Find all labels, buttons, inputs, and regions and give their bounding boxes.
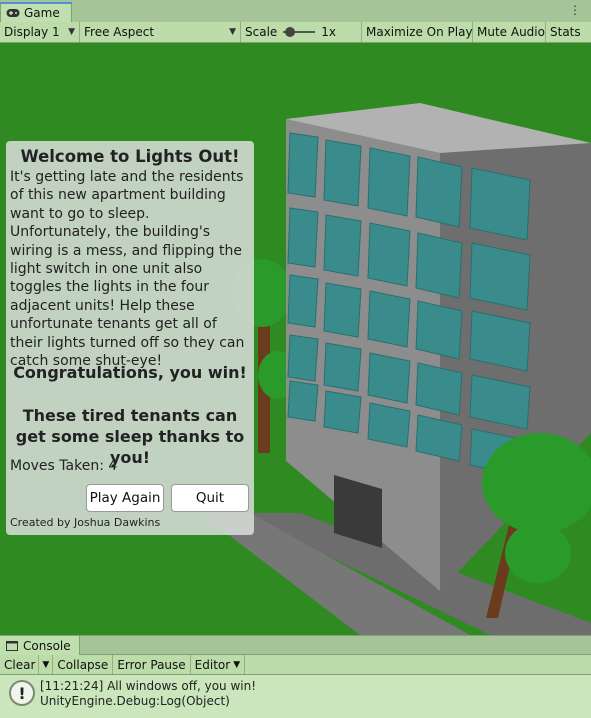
editor-dropdown[interactable]: Editor ▼	[191, 655, 246, 674]
game-tabbar: Game ⋮	[0, 0, 591, 23]
panel-description: It's getting late and the residents of t…	[10, 169, 245, 370]
play-again-button[interactable]: Play Again	[86, 484, 164, 512]
log-message: [11:21:24] All windows off, you win!	[40, 679, 257, 693]
collapse-label: Collapse	[57, 657, 109, 672]
clear-button[interactable]: Clear	[0, 655, 40, 674]
console-icon	[6, 640, 18, 651]
maximize-on-play-toggle[interactable]: Maximize On Play	[362, 22, 473, 42]
maximize-on-play-label: Maximize On Play	[366, 25, 473, 39]
scale-slider[interactable]	[283, 26, 316, 38]
info-icon: !	[9, 680, 35, 706]
tree-canopy	[482, 433, 591, 533]
game-toolbar: Display 1 ▼ Free Aspect ▼ Scale 1x Maxim…	[0, 22, 591, 43]
scale-value: 1x	[321, 25, 337, 39]
console-log-entry[interactable]: ! [11:21:24] All windows off, you win! U…	[0, 675, 591, 718]
stats-toggle[interactable]: Stats	[546, 22, 591, 42]
tab-game-label: Game	[24, 6, 60, 20]
tab-console-label: Console	[23, 638, 71, 653]
display-dropdown-label: Display 1	[4, 25, 60, 39]
mute-audio-toggle[interactable]: Mute Audio	[473, 22, 546, 42]
clear-label: Clear	[4, 657, 36, 672]
quit-button[interactable]: Quit	[171, 484, 249, 512]
game-view[interactable]: Welcome to Lights Out! It's getting late…	[0, 43, 591, 635]
panel-title: Welcome to Lights Out!	[20, 147, 240, 166]
log-stacktrace: UnityEngine.Debug:Log(Object)	[40, 694, 230, 708]
display-dropdown[interactable]: Display 1 ▼	[0, 22, 80, 42]
mute-audio-label: Mute Audio	[477, 25, 545, 39]
scale-slider-thumb[interactable]	[285, 27, 296, 37]
console-toolbar: Clear ▼ Collapse Error Pause Editor ▼	[0, 655, 591, 675]
error-pause-toggle[interactable]: Error Pause	[113, 655, 191, 674]
stats-label: Stats	[550, 25, 581, 39]
more-options-icon[interactable]: ⋮	[569, 3, 581, 17]
chevron-down-icon: ▼	[68, 27, 75, 37]
console-tabbar: Console	[0, 635, 591, 655]
moves-counter: Moves Taken: 4	[10, 458, 118, 474]
editor-label: Editor	[194, 657, 231, 672]
scale-control: Scale 1x	[241, 22, 362, 42]
win-message: Congratulations, you win!	[13, 363, 247, 382]
aspect-dropdown[interactable]: Free Aspect ▼	[80, 22, 241, 42]
tree-canopy	[505, 523, 571, 583]
tab-console[interactable]: Console	[0, 636, 80, 655]
welcome-panel: Welcome to Lights Out! It's getting late…	[6, 141, 254, 535]
aspect-dropdown-label: Free Aspect	[84, 25, 155, 39]
chevron-down-icon: ▼	[229, 27, 236, 37]
chevron-down-icon: ▼	[42, 659, 50, 670]
collapse-toggle[interactable]: Collapse	[53, 655, 114, 674]
clear-options-dropdown[interactable]: ▼	[39, 655, 54, 674]
chevron-down-icon: ▼	[233, 659, 241, 670]
gamepad-icon	[6, 9, 20, 17]
error-pause-label: Error Pause	[117, 657, 186, 672]
tab-game[interactable]: Game	[0, 2, 72, 22]
credit-text: Created by Joshua Dawkins	[10, 516, 161, 529]
scale-label: Scale	[245, 25, 278, 39]
